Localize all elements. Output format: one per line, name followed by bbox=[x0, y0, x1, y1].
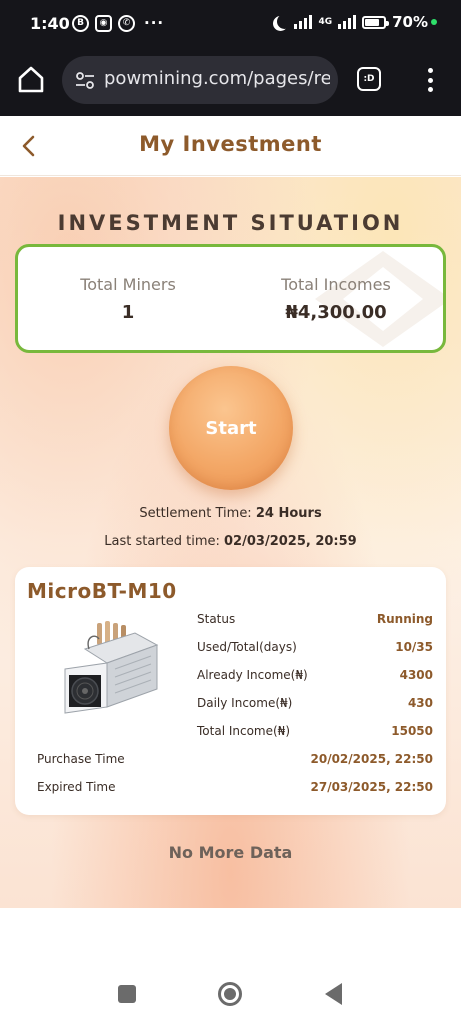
total-income-label: Total Income(₦) bbox=[197, 724, 290, 738]
notification-icons: B ◉ ✆ ··· bbox=[72, 14, 164, 32]
miner-image bbox=[64, 621, 159, 714]
status-bar: 1:40 B ◉ ✆ ··· 4G 70% bbox=[0, 0, 461, 50]
last-started-time: Last started time: 02/03/2025, 20:59 bbox=[0, 534, 461, 549]
investment-summary-card: Total Miners 1 Total Incomes ₦4,300.00 bbox=[15, 244, 446, 353]
discord-icon: ◉ bbox=[95, 14, 112, 32]
expired-time-row: Expired Time 27/03/2025, 22:50 bbox=[37, 780, 433, 800]
url-text[interactable]: powmining.com/pages/reco bbox=[104, 68, 330, 89]
main-content: INVESTMENT SITUATION Total Miners 1 Tota… bbox=[0, 177, 461, 908]
total-incomes-value: ₦4,300.00 bbox=[285, 302, 387, 323]
purchase-time-label: Purchase Time bbox=[37, 752, 125, 766]
status-value: Running bbox=[376, 612, 433, 626]
settlement-time: Settlement Time: 24 Hours bbox=[0, 506, 461, 521]
page-title: My Investment bbox=[139, 132, 322, 156]
no-more-data: No More Data bbox=[168, 843, 293, 862]
used-total-days-row: Used/Total(days) 10/35 bbox=[197, 640, 433, 660]
already-income-value: 4300 bbox=[399, 668, 433, 682]
battery-percent: 70% bbox=[392, 13, 428, 31]
site-settings-icon[interactable] bbox=[75, 71, 95, 91]
start-button[interactable]: Start bbox=[169, 366, 293, 490]
last-started-value: 02/03/2025, 20:59 bbox=[224, 534, 357, 549]
used-total-days-value: 10/35 bbox=[395, 640, 433, 654]
battery-icon bbox=[362, 15, 390, 29]
recents-icon[interactable] bbox=[118, 985, 136, 1003]
back-triangle-icon[interactable] bbox=[325, 983, 342, 1005]
status-time: 1:40 bbox=[30, 14, 70, 33]
used-total-days-label: Used/Total(days) bbox=[197, 640, 297, 654]
more-dots-icon: ··· bbox=[144, 14, 165, 32]
expired-time-value: 27/03/2025, 22:50 bbox=[310, 780, 434, 794]
miner-card: MicroBT-M10 Status Running Used/Total(da… bbox=[15, 567, 446, 815]
daily-income-row: Daily Income(₦) 430 bbox=[197, 696, 433, 716]
daily-income-value: 430 bbox=[407, 696, 433, 710]
purchase-time-value: 20/02/2025, 22:50 bbox=[310, 752, 434, 766]
last-started-label: Last started time: bbox=[104, 534, 220, 549]
home-circle-icon[interactable] bbox=[218, 982, 242, 1006]
start-button-label: Start bbox=[205, 417, 257, 439]
total-miners: Total Miners 1 bbox=[28, 275, 228, 323]
section-title: INVESTMENT SITUATION bbox=[57, 211, 404, 235]
total-miners-value: 1 bbox=[121, 302, 135, 323]
total-income-row: Total Income(₦) 15050 bbox=[197, 724, 433, 744]
total-miners-label: Total Miners bbox=[80, 275, 176, 294]
status-row: Status Running bbox=[197, 612, 433, 632]
settlement-time-value: 24 Hours bbox=[255, 506, 322, 521]
expired-time-label: Expired Time bbox=[37, 780, 116, 794]
signal-icon bbox=[294, 15, 313, 29]
system-navigation-bar bbox=[0, 960, 461, 1024]
miner-name: MicroBT-M10 bbox=[27, 579, 177, 603]
total-incomes-label: Total Incomes bbox=[281, 275, 391, 294]
tab-switcher-label: :D bbox=[363, 74, 375, 84]
total-incomes: Total Incomes ₦4,300.00 bbox=[236, 275, 436, 323]
system-icons: 4G 70% bbox=[273, 13, 437, 31]
signal-2-icon bbox=[338, 15, 357, 29]
browser-menu-icon[interactable] bbox=[420, 67, 440, 93]
already-income-row: Already Income(₦) 4300 bbox=[197, 668, 433, 688]
do-not-disturb-icon bbox=[277, 14, 292, 29]
b-circle-icon: B bbox=[72, 14, 89, 32]
status-label: Status bbox=[197, 612, 236, 626]
daily-income-label: Daily Income(₦) bbox=[197, 696, 293, 710]
home-icon[interactable] bbox=[14, 62, 48, 96]
purchase-time-row: Purchase Time 20/02/2025, 22:50 bbox=[37, 752, 433, 772]
settlement-time-label: Settlement Time: bbox=[139, 506, 252, 521]
network-type: 4G bbox=[318, 17, 333, 27]
already-income-label: Already Income(₦) bbox=[197, 668, 308, 682]
browser-toolbar: powmining.com/pages/reco :D bbox=[0, 50, 461, 116]
tab-switcher-button[interactable]: :D bbox=[357, 67, 381, 91]
whatsapp-icon: ✆ bbox=[118, 14, 135, 32]
address-bar[interactable]: powmining.com/pages/reco bbox=[62, 56, 338, 104]
privacy-indicator-icon bbox=[431, 19, 437, 25]
total-income-value: 15050 bbox=[391, 724, 433, 738]
page-header: My Investment bbox=[0, 116, 461, 176]
